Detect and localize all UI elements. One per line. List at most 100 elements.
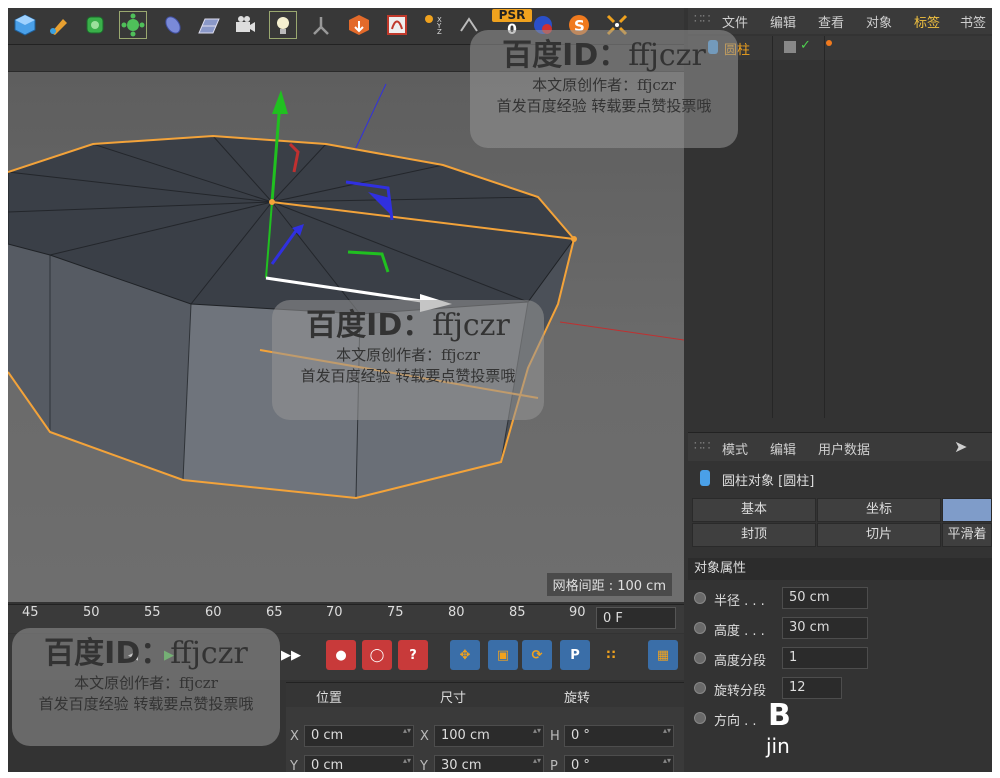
column-divider: [772, 36, 773, 418]
c4d-window: XYZ PSR 0 S: [8, 8, 992, 772]
radius-field[interactable]: 50 cm: [782, 587, 868, 609]
z-axis-line: [353, 83, 387, 153]
timeline-tick: 60: [205, 605, 222, 620]
array-icon[interactable]: [118, 10, 148, 40]
tag-icon[interactable]: [826, 40, 832, 46]
height-segments-field[interactable]: 1: [782, 647, 868, 669]
prop-height-segments: 高度分段 1: [694, 646, 984, 672]
radio-height-segments[interactable]: [694, 652, 706, 664]
height-field[interactable]: 30 cm: [782, 617, 868, 639]
corner-logo: B: [768, 698, 791, 733]
current-frame-field[interactable]: 0 F: [596, 607, 676, 629]
tab-caps[interactable]: 封顶: [692, 523, 816, 547]
light-icon[interactable]: [268, 10, 298, 40]
radio-radius[interactable]: [694, 592, 706, 604]
layer-icon[interactable]: [784, 41, 796, 53]
size-header: 尺寸: [440, 691, 467, 706]
tab-object[interactable]: [942, 498, 992, 522]
orientation-field[interactable]: [782, 707, 842, 729]
pos-x-axis-label: X: [290, 729, 299, 744]
prop-radius: 半径 . . . 50 cm: [694, 586, 984, 612]
pla-key-icon[interactable]: ∷: [596, 640, 626, 670]
move-key-icon[interactable]: ✥: [450, 640, 480, 670]
timeline-tick: 85: [509, 605, 526, 620]
height-segments-label: 高度分段: [714, 654, 767, 669]
watermark-line2: 首发百度经验 转载要点赞投票哦: [38, 695, 254, 713]
timeline-tick: 55: [144, 605, 161, 620]
render-icon[interactable]: [344, 10, 374, 40]
x-axis-line: [559, 321, 684, 341]
goto-end-icon[interactable]: ▶▶: [276, 640, 306, 670]
watermark-line1: 本文原创作者：ffjczr: [74, 674, 218, 692]
coords-header: 位置 尺寸 旋转: [286, 683, 684, 707]
attribute-manager-menu: ∷∷ 模式 编辑 用户数据 ➤: [688, 432, 992, 461]
tab-slice[interactable]: 切片: [817, 523, 941, 547]
back-arrow-icon[interactable]: ➤: [954, 437, 967, 456]
pos-y-axis-label: Y: [290, 759, 298, 772]
size-y-axis-label: Y: [420, 759, 428, 772]
tab-basic[interactable]: 基本: [692, 498, 816, 522]
autokey-icon[interactable]: ◯: [362, 640, 392, 670]
gizmo-center[interactable]: [269, 199, 275, 205]
radio-height[interactable]: [694, 622, 706, 634]
menu-file[interactable]: 文件: [722, 12, 748, 31]
menu-bookmarks[interactable]: 书签: [960, 12, 986, 31]
record-icon[interactable]: ●: [326, 640, 356, 670]
timeline-tick: 80: [448, 605, 465, 620]
xyz-icon[interactable]: XYZ: [420, 10, 450, 40]
pen-icon[interactable]: [44, 10, 74, 40]
cube-icon[interactable]: [10, 10, 40, 40]
rotate-key-icon[interactable]: ⟳: [522, 640, 552, 670]
orientation-label: 方向 . .: [714, 714, 757, 729]
svg-text:Z: Z: [437, 28, 442, 36]
param-key-icon[interactable]: P: [560, 640, 590, 670]
tab-phong[interactable]: 平滑着: [942, 523, 992, 547]
radio-orientation[interactable]: [694, 712, 706, 724]
watermark-id-label: 百度ID：: [502, 38, 629, 73]
position-y-field[interactable]: 0 cm: [304, 755, 414, 772]
menu-edit[interactable]: 编辑: [770, 12, 796, 31]
floor-icon[interactable]: [194, 10, 224, 40]
selection-point: [571, 236, 577, 242]
deformer-icon[interactable]: [158, 10, 188, 40]
grid-spacing-label: 网格间距 : 100 cm: [546, 573, 672, 596]
height-label: 高度 . . .: [714, 624, 765, 639]
watermark-line2: 首发百度经验 转载要点赞投票哦: [496, 97, 712, 115]
coordinate-manager: 位置 尺寸 旋转 X 0 cm X 100 cm H 0 ° Y 0 cm Y …: [286, 682, 684, 772]
rotation-header: 旋转: [564, 691, 591, 706]
prop-height: 高度 . . . 30 cm: [694, 616, 984, 642]
menu-attr-edit[interactable]: 编辑: [770, 439, 796, 458]
watermark-id: ffjczr: [170, 636, 248, 671]
timeline-tick: 50: [83, 605, 100, 620]
subdivision-icon[interactable]: [80, 10, 110, 40]
picture-viewer-icon[interactable]: [382, 10, 412, 40]
size-x-field[interactable]: 100 cm: [434, 725, 544, 747]
grip-icon[interactable]: ∷∷: [694, 439, 711, 454]
radio-rotation-segments[interactable]: [694, 682, 706, 694]
menu-tags[interactable]: 标签: [914, 12, 940, 31]
bone-icon[interactable]: [306, 10, 336, 40]
position-header: 位置: [316, 691, 343, 706]
rotation-segments-field[interactable]: 12: [782, 677, 842, 699]
camera-icon[interactable]: [230, 10, 260, 40]
timeline-tick: 65: [266, 605, 283, 620]
menu-view[interactable]: 查看: [818, 12, 844, 31]
menu-mode[interactable]: 模式: [722, 439, 748, 458]
scale-key-icon[interactable]: ▣: [488, 640, 518, 670]
menu-user-data[interactable]: 用户数据: [818, 439, 870, 458]
psr-label: PSR: [492, 9, 532, 22]
grip-icon[interactable]: ∷∷: [694, 12, 711, 27]
timeline-window-icon[interactable]: ▦: [648, 640, 678, 670]
size-y-field[interactable]: 30 cm: [434, 755, 544, 772]
rot-h-axis-label: H: [550, 729, 560, 744]
rotation-p-field[interactable]: 0 °: [564, 755, 674, 772]
menu-objects[interactable]: 对象: [866, 12, 892, 31]
gizmo-y-handle[interactable]: [272, 90, 288, 114]
attribute-title: 圆柱对象 [圆柱]: [688, 464, 992, 492]
keyframe-help-icon[interactable]: ?: [398, 640, 428, 670]
rotation-h-field[interactable]: 0 °: [564, 725, 674, 747]
position-x-field[interactable]: 0 cm: [304, 725, 414, 747]
watermark-id: ffjczr: [432, 308, 510, 343]
tab-coord[interactable]: 坐标: [817, 498, 941, 522]
visible-check-icon[interactable]: ✓: [800, 38, 811, 53]
